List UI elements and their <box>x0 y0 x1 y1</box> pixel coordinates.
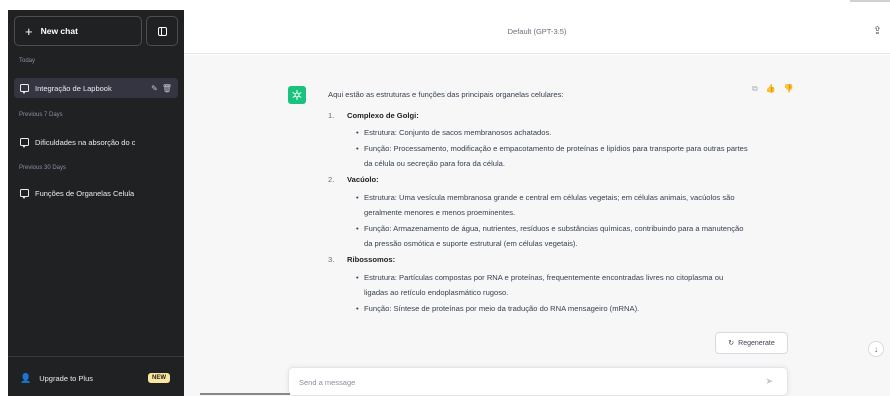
assistant-message: Aqui estão as estruturas e funções das p… <box>328 87 748 316</box>
chat-title: Dificuldades na absorção do c <box>35 137 136 147</box>
list-item: Função: Processamento, modificação e emp… <box>356 141 748 172</box>
regenerate-button[interactable]: ↻ Regenerate <box>715 332 788 354</box>
sidebar-item-chat[interactable]: Funções de Organelas Celula <box>14 183 178 203</box>
trash-icon[interactable]: 🗑 <box>162 84 172 93</box>
sidebar: + New chat Today Integração de Lapbook ✎… <box>8 10 184 396</box>
organelle-title: Ribossomos <box>347 254 393 264</box>
chat-title: Integração de Lapbook <box>35 83 112 93</box>
thumbs-up-icon[interactable]: 👍 <box>766 84 776 94</box>
message-actions: ⧉ 👍 👎 <box>752 84 794 94</box>
list-item: 1. Complexo de Golgi: Estrutura: Conjunt… <box>328 108 748 172</box>
edit-icon[interactable]: ✎ <box>151 84 158 93</box>
sidebar-item-chat[interactable]: Dificuldades na absorção do c <box>14 132 178 152</box>
regenerate-label: Regenerate <box>738 339 775 347</box>
send-icon[interactable]: ➤ <box>765 376 773 387</box>
plus-icon: + <box>25 23 33 39</box>
section-label-previous-30: Previous 30 Days <box>19 165 67 171</box>
conversation: ⧉ 👍 👎 Aqui estão as estruturas e funções… <box>184 55 890 396</box>
refresh-icon: ↻ <box>728 340 735 347</box>
copy-icon[interactable]: ⧉ <box>752 84 758 94</box>
thumbs-down-icon[interactable]: 👎 <box>784 84 794 94</box>
list-item: Estrutura: Partículas compostas por RNA … <box>356 270 748 301</box>
window-edge <box>850 0 890 6</box>
sidebar-panel-icon <box>157 26 167 36</box>
new-chat-label: New chat <box>40 26 78 36</box>
arrow-down-icon: ↓ <box>874 344 878 354</box>
divider <box>8 356 184 357</box>
message-icon <box>20 189 29 199</box>
chat-actions: ✎ 🗑 <box>151 84 178 93</box>
section-label-previous-7: Previous 7 Days <box>19 112 63 118</box>
toggle-sidebar-button[interactable] <box>146 16 178 46</box>
composer: ➤ <box>288 367 788 396</box>
list-item: 2. Vacúolo: Estrutura: Uma vesícula memb… <box>328 172 748 252</box>
message-icon <box>20 138 29 148</box>
chat-title: Funções de Organelas Celula <box>35 188 135 198</box>
section-label-today: Today <box>19 58 36 64</box>
header: Default (GPT-3.5) ⇪ <box>184 10 890 54</box>
organelle-title: Complexo de Golgi <box>347 110 417 120</box>
list-item: Função: Síntese de proteínas por meio da… <box>356 301 748 317</box>
list-item: 3. Ribossomos: Estrutura: Partículas com… <box>328 252 748 316</box>
message-input[interactable] <box>299 374 739 390</box>
user-icon: 👤 <box>20 372 32 383</box>
list-item: Estrutura: Conjunto de sacos membranosos… <box>356 125 748 141</box>
list-item: Estrutura: Uma vesícula membranosa grand… <box>356 190 748 221</box>
message-icon <box>20 84 29 94</box>
message-intro: Aqui estão as estruturas e funções das p… <box>328 90 564 99</box>
scroll-down-button[interactable]: ↓ <box>868 341 884 357</box>
model-label: Default (GPT-3.5) <box>507 27 567 36</box>
sidebar-item-chat[interactable]: Integração de Lapbook ✎ 🗑 <box>14 78 178 98</box>
list-item: Função: Armazenamento de água, nutriente… <box>356 221 748 252</box>
organelle-title: Vacúolo <box>347 174 377 184</box>
organelle-list: 1. Complexo de Golgi: Estrutura: Conjunt… <box>328 108 748 317</box>
upgrade-label: Upgrade to Plus <box>39 373 94 383</box>
share-icon[interactable]: ⇪ <box>873 24 882 37</box>
new-badge: NEW <box>148 373 170 383</box>
assistant-avatar <box>288 86 306 104</box>
openai-logo-icon <box>292 90 302 100</box>
new-chat-button[interactable]: + New chat <box>14 16 142 46</box>
bottom-scrollbar[interactable] <box>200 393 290 395</box>
upgrade-to-plus-button[interactable]: 👤 Upgrade to Plus NEW <box>14 366 178 390</box>
